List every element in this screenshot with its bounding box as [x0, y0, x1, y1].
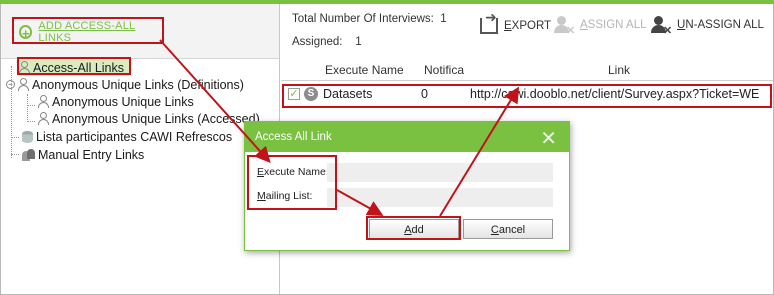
annotation-box-add-button: [12, 17, 164, 44]
unassign-all-button[interactable]: ✕ UN-ASSIGN ALL: [651, 16, 764, 37]
annotation-box-add-button-dialog: [366, 216, 461, 240]
export-icon: [480, 9, 498, 34]
group-icon: [22, 148, 35, 161]
column-header-execute-name[interactable]: Execute Name: [325, 63, 404, 77]
tree-item-label: Anonymous Unique Links (Accessed): [52, 111, 260, 126]
tree-item-anonymous-definitions[interactable]: − Anonymous Unique Links (Definitions): [6, 76, 244, 93]
assign-all-label: ASSIGN ALL: [580, 19, 647, 31]
assign-user-icon: ✕: [554, 16, 575, 37]
tree-item-anonymous-accessed[interactable]: Anonymous Unique Links (Accessed): [38, 110, 260, 127]
tree-item-label: Manual Entry Links: [38, 147, 145, 162]
export-label: EXPORT: [504, 20, 552, 32]
tree-item-anonymous-unique-links[interactable]: Anonymous Unique Links: [38, 93, 194, 110]
left-pane: + ADD ACCESS-ALL LINKS Access-All Links …: [1, 4, 280, 294]
annotation-box-grid-row: [282, 84, 772, 108]
assigned-value: 1: [355, 36, 362, 48]
grid-header-divider: [281, 80, 773, 81]
column-header-notifica[interactable]: Notifica: [424, 63, 464, 77]
tree-guide-line: [11, 137, 19, 138]
tree-guide-line: [27, 94, 28, 122]
right-toolbar: Total Number Of Interviews: 1 Assigned: …: [281, 4, 773, 58]
tree-item-label: Lista participantes CAWI Refrescos: [36, 129, 233, 144]
assigned-label: Assigned:: [292, 36, 343, 48]
unassign-user-icon: ✕: [651, 16, 672, 37]
total-interviews: Total Number Of Interviews: 1: [292, 13, 447, 25]
collapse-icon[interactable]: −: [6, 80, 15, 89]
tree-guide-line: [27, 105, 35, 106]
cancel-button[interactable]: Cancel: [463, 219, 553, 239]
annotation-box-tree-item: [17, 57, 131, 75]
dialog-title: Access All Link: [255, 131, 332, 143]
dialog-title-bar: Access All Link ✕: [245, 122, 569, 152]
assign-all-button[interactable]: ✕ ASSIGN ALL: [554, 16, 647, 37]
user-icon: [18, 78, 29, 91]
export-button[interactable]: EXPORT: [480, 9, 552, 34]
tree-item-label: Anonymous Unique Links (Definitions): [32, 77, 244, 92]
unassign-all-label: UN-ASSIGN ALL: [677, 19, 764, 31]
tree-item-manual-entry-links[interactable]: Manual Entry Links: [22, 146, 144, 163]
tree-item-lista-participantes[interactable]: Lista participantes CAWI Refrescos: [22, 128, 232, 145]
database-icon: [22, 130, 33, 143]
tree-item-label: Anonymous Unique Links: [52, 94, 194, 109]
execute-name-input[interactable]: [327, 163, 553, 182]
total-interviews-label: Total Number Of Interviews:: [292, 13, 434, 25]
tree-guide-line: [11, 154, 19, 155]
user-icon: [38, 95, 49, 108]
tree-guide-line: [27, 121, 35, 122]
annotation-box-dialog-fields: [247, 155, 337, 210]
user-icon: [38, 112, 49, 125]
mailing-list-input[interactable]: [327, 188, 553, 207]
assigned-count: Assigned: 1: [292, 36, 362, 48]
total-interviews-value: 1: [440, 13, 447, 25]
column-header-link[interactable]: Link: [608, 63, 630, 77]
close-icon[interactable]: ✕: [540, 126, 557, 151]
